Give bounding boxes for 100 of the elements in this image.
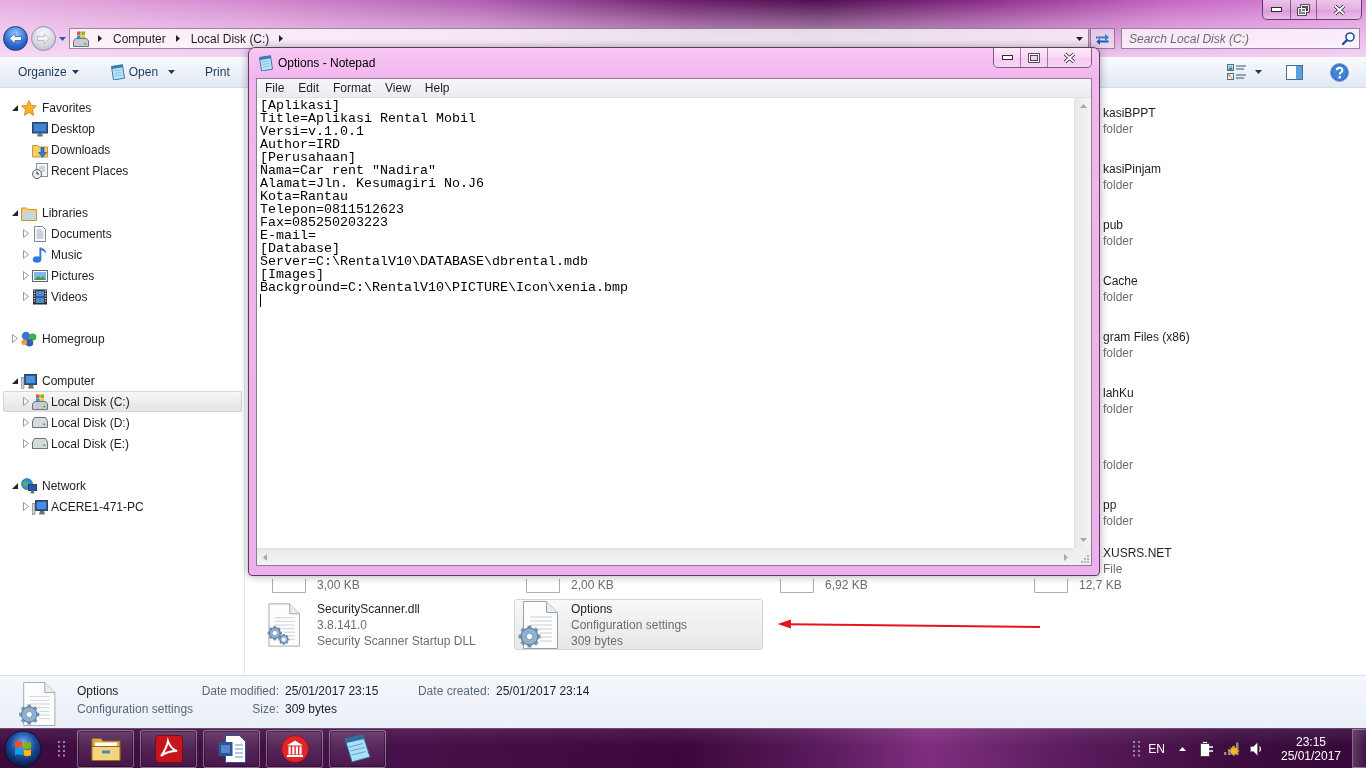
volume-button[interactable] (1250, 741, 1262, 756)
file-tile[interactable]: SecurityScanner.dll 3.8.141.0 Security Scanner Startup DLL (260, 599, 509, 650)
expanded-arrow-icon[interactable] (12, 104, 18, 111)
grip-icon (1133, 740, 1141, 757)
breadcrumb[interactable]: Computer (107, 29, 171, 48)
show-desktop-button[interactable] (1352, 729, 1366, 768)
expanded-arrow-icon[interactable] (12, 209, 18, 216)
collapsed-arrow-icon[interactable] (23, 250, 29, 259)
folder-icon (90, 736, 121, 761)
language-button[interactable]: EN (1148, 741, 1165, 756)
sidebar-item[interactable]: Local Disk (D:) (3, 412, 242, 433)
file-name: pub (1103, 216, 1125, 233)
maximize-button[interactable] (1020, 48, 1047, 67)
file-name: SecurityScanner.dll (317, 600, 421, 617)
search-field[interactable]: Search Local Disk (C:) (1121, 28, 1360, 49)
arrow-right-icon (1064, 553, 1068, 561)
gear-document-icon (18, 682, 56, 726)
collapsed-arrow-icon[interactable] (23, 439, 29, 448)
file-type: folder (1103, 344, 1135, 361)
sidebar-item[interactable]: Music (3, 244, 242, 265)
collapsed-arrow-icon[interactable] (23, 229, 29, 238)
sphere-cluster-icon (21, 330, 37, 347)
sidebar-item[interactable]: Local Disk (E:) (3, 433, 242, 454)
menu-item[interactable]: View (378, 79, 418, 97)
toolbar-button[interactable]: Open (101, 60, 184, 84)
minimize-button[interactable] (994, 48, 1020, 67)
sidebar-item[interactable]: Videos (3, 286, 242, 307)
file-name: kasiPinjam (1103, 160, 1162, 177)
arrow-down-icon (1079, 538, 1087, 542)
menu-item[interactable]: Format (326, 79, 379, 97)
sidebar-item[interactable]: Local Disk (C:) (3, 391, 242, 412)
taskbar-button[interactable] (266, 729, 323, 768)
restore-button[interactable] (1290, 0, 1316, 19)
sidebar-item[interactable]: Documents (3, 223, 242, 244)
collapsed-arrow-icon[interactable] (23, 502, 29, 511)
file-tile[interactable]: Options Configuration settings 309 bytes (514, 599, 763, 650)
arrow-right-icon (37, 33, 50, 44)
start-button[interactable] (3, 729, 43, 768)
file-name: Cache (1103, 272, 1138, 289)
collapsed-arrow-icon[interactable] (23, 292, 29, 301)
arrow-left-icon (263, 553, 267, 561)
expanded-arrow-icon[interactable] (12, 482, 18, 489)
close-button[interactable] (1316, 0, 1361, 19)
menu-item[interactable]: Help (417, 79, 457, 97)
scrollbar[interactable] (257, 548, 1074, 565)
breadcrumb[interactable]: Local Disk (C:) (184, 29, 275, 48)
sidebar-item[interactable]: ACERE1-471-PC (3, 496, 242, 517)
taskbar-button[interactable] (329, 729, 386, 768)
sidebar-item[interactable]: Pictures (3, 265, 242, 286)
sidebar-item[interactable]: Recent Places (3, 160, 242, 181)
minimize-button[interactable] (1263, 0, 1290, 19)
collapsed-arrow-icon[interactable] (23, 397, 29, 406)
editor-text: [Aplikasi] Title=Aplikasi Rental Mobil Versi=v.1.0.1 Author=IRD [Perusahaan] Nama=Car rent "Nadira" Alamat=Jln. Kesumagiri No.J6 Kota=Rantau Telepon=0811512623 Fax=085250203223 E-mail= [Database] Server=C:\RentalV10\DATABASE\dbrental.mdb [Images] Background=C:\RentalV10\PICTURE\Icon\xenia.bmp (260, 99, 629, 294)
text-cursor (260, 294, 261, 307)
speaker-icon (1250, 741, 1262, 756)
caret-icon (58, 36, 66, 41)
menu-item[interactable]: Edit (291, 79, 327, 97)
expanded-arrow-icon[interactable] (12, 377, 18, 384)
caret-icon (168, 70, 176, 74)
taskbar-button[interactable] (140, 729, 197, 768)
tray-icon-button[interactable] (1200, 740, 1214, 757)
sidebar-item[interactable]: Computer (3, 370, 242, 391)
menu-item[interactable]: File (258, 79, 292, 97)
collapsed-arrow-icon[interactable] (23, 271, 29, 280)
scrollbar[interactable] (1074, 98, 1091, 548)
address-bar[interactable]: Computer Local Disk (C:) (69, 28, 1089, 49)
collapsed-arrow-icon[interactable] (12, 334, 18, 343)
close-button[interactable] (1047, 48, 1091, 67)
sidebar-item[interactable]: Homegroup (3, 328, 242, 349)
show-hidden-icons-button[interactable] (1179, 746, 1186, 751)
file-name: kasiBPPT (1103, 104, 1156, 121)
taskbar-button[interactable] (203, 729, 260, 768)
clock[interactable]: 23:15 25/01/2017 (1276, 734, 1346, 763)
sidebar-item[interactable]: Desktop (3, 118, 242, 139)
window-title: Options - Notepad (278, 56, 376, 70)
collapsed-arrow-icon[interactable] (23, 418, 29, 427)
file-type: folder (1103, 400, 1134, 417)
sidebar-item[interactable]: Downloads (3, 139, 242, 160)
toolbar-button[interactable]: Organize (10, 60, 87, 84)
tray-icon-button[interactable] (1224, 741, 1240, 756)
file-type: folder (1103, 232, 1134, 249)
search-icon (1342, 32, 1355, 45)
help-icon (1330, 62, 1349, 82)
toolbar-button[interactable]: Print (197, 60, 238, 84)
back-button[interactable] (3, 26, 28, 51)
file-name: lahKu (1103, 384, 1134, 401)
film-strip-icon (32, 288, 48, 305)
close-icon (1332, 3, 1346, 16)
sidebar-item[interactable]: Libraries (3, 202, 242, 223)
taskbar-button[interactable] (77, 729, 134, 768)
refresh-button[interactable] (1090, 28, 1115, 49)
file-icon (526, 579, 560, 593)
file-icon (1034, 579, 1068, 593)
close-icon (1063, 51, 1076, 64)
file-description: Security Scanner Startup DLL (317, 632, 476, 649)
sidebar-item[interactable]: Favorites (3, 97, 242, 118)
field-label: Size: (251, 701, 279, 718)
file-type: folder (1103, 456, 1134, 473)
monitor-icon (32, 498, 48, 515)
sidebar-item[interactable]: Network (3, 475, 242, 496)
